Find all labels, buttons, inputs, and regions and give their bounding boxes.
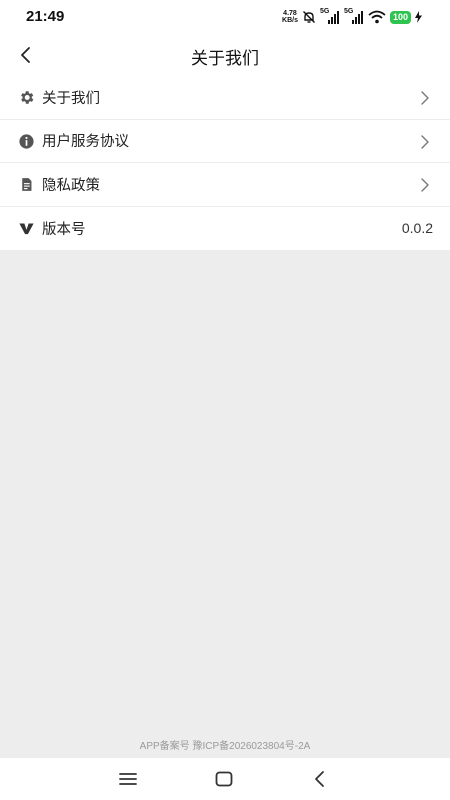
- mute-bell-icon: [302, 11, 315, 23]
- network-speed-value: 4.78: [283, 10, 297, 17]
- sim2-network-type: 5G: [343, 8, 354, 15]
- status-bar: 21:49 4.78 KB/s 5G 5G 100: [0, 0, 450, 34]
- menu-item-label: 版本号: [42, 221, 86, 238]
- info-icon: [19, 133, 34, 149]
- menu-item-privacy-policy[interactable]: 隐私政策: [0, 163, 450, 207]
- status-icons: 4.78 KB/s 5G 5G 100: [282, 8, 422, 25]
- header: 关于我们: [0, 34, 450, 76]
- charging-bolt-icon: [415, 11, 422, 23]
- menu-item-label: 关于我们: [42, 90, 100, 107]
- settings-list: 关于我们 用户服务协议 隐私政策 版本号 0.0.2: [0, 76, 450, 250]
- chevron-right-icon: [421, 178, 429, 192]
- chevron-right-icon: [421, 134, 429, 149]
- menu-item-version: 版本号 0.0.2: [0, 207, 450, 251]
- chevron-right-icon: [421, 91, 429, 105]
- menu-item-label: 隐私政策: [42, 177, 100, 194]
- page-title: 关于我们: [191, 49, 259, 69]
- menu-item-user-agreement[interactable]: 用户服务协议: [0, 120, 450, 163]
- wifi-icon: [368, 10, 386, 24]
- network-speed: 4.78 KB/s: [282, 10, 298, 24]
- menu-item-about-us[interactable]: 关于我们: [0, 76, 450, 120]
- back-chevron-icon[interactable]: [310, 770, 330, 788]
- menu-lines-icon[interactable]: [118, 770, 138, 788]
- v-icon: [19, 223, 34, 234]
- version-value: 0.0.2: [401, 220, 433, 237]
- battery-indicator: 100: [389, 10, 411, 24]
- document-icon: [22, 178, 32, 191]
- sim1-network-type: 5G: [319, 8, 330, 15]
- signal-sim1: 5G: [319, 8, 340, 24]
- system-navigation-bar: [0, 758, 450, 800]
- icp-filing-text: APP备案号 豫ICP备2026023804号-2A: [139, 741, 311, 752]
- gear-icon: [21, 91, 34, 104]
- status-time: 21:49: [26, 8, 65, 25]
- network-speed-unit: KB/s: [282, 17, 298, 24]
- home-square-icon[interactable]: [214, 770, 234, 788]
- menu-item-label: 用户服务协议: [42, 134, 129, 151]
- signal-sim2: 5G: [343, 8, 364, 24]
